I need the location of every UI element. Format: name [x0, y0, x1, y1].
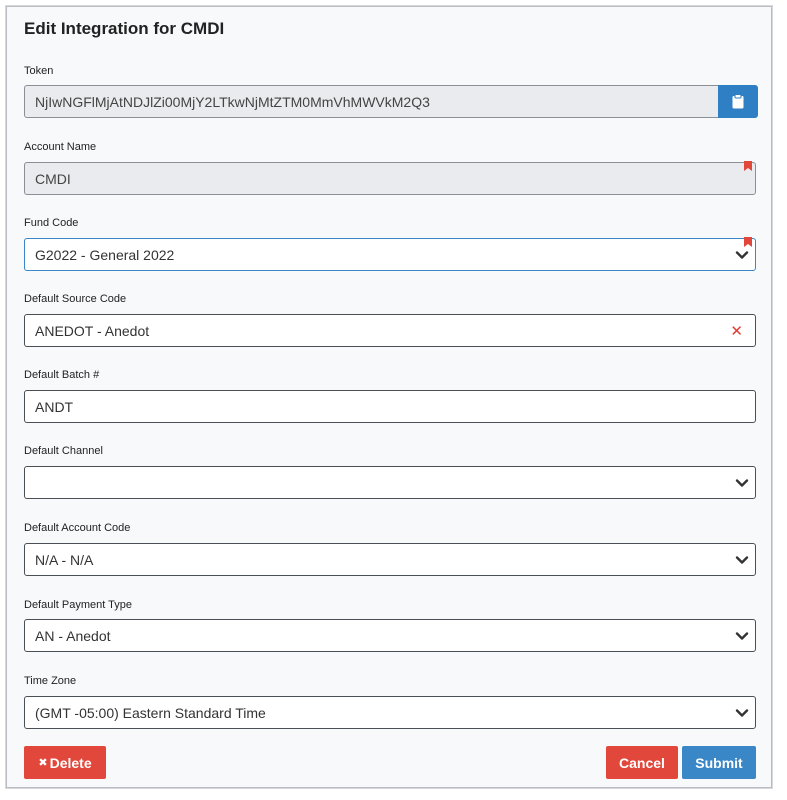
- account-name-label: Account Name: [24, 141, 97, 153]
- payment-type-select[interactable]: AN - Anedot: [24, 619, 756, 652]
- token-field[interactable]: NjIwNGFlMjAtNDJlZi00MjY2LTkwNjMtZTM0MmVh…: [24, 85, 720, 118]
- channel-select[interactable]: [24, 466, 756, 499]
- batch-value: ANDT: [35, 398, 74, 415]
- account-code-select[interactable]: N/A - N/A: [24, 543, 756, 576]
- time-zone-value: (GMT -05:00) Eastern Standard Time: [35, 704, 266, 721]
- cancel-button[interactable]: Cancel: [606, 746, 678, 779]
- token-label: Token: [24, 65, 54, 77]
- chevron-down-icon: [735, 556, 749, 564]
- chevron-down-icon: [735, 632, 749, 640]
- fund-code-select[interactable]: G2022 - General 2022: [24, 237, 756, 271]
- source-code-value: ANEDOT - Anedot: [35, 322, 150, 339]
- batch-input[interactable]: ANDT: [24, 390, 756, 423]
- required-flag-icon: [744, 161, 752, 171]
- payment-type-value: AN - Anedot: [35, 627, 111, 644]
- chevron-down-icon: [735, 251, 749, 259]
- fund-code-label: Fund Code: [24, 217, 79, 229]
- clear-icon[interactable]: ✕: [730, 322, 743, 340]
- source-code-select[interactable]: ANEDOT - Anedot ✕: [24, 314, 756, 347]
- submit-button[interactable]: Submit: [682, 746, 756, 779]
- payment-type-label: Default Payment Type: [24, 599, 133, 611]
- required-flag-icon: [744, 237, 752, 247]
- account-code-label: Default Account Code: [24, 522, 131, 534]
- token-value: NjIwNGFlMjAtNDJlZi00MjY2LTkwNjMtZTM0MmVh…: [35, 93, 430, 110]
- copy-token-button[interactable]: [718, 85, 758, 118]
- time-zone-select[interactable]: (GMT -05:00) Eastern Standard Time: [24, 696, 756, 729]
- chevron-down-icon: [735, 479, 749, 487]
- delete-button[interactable]: ✖ Delete: [24, 746, 106, 779]
- delete-x-icon: ✖: [38, 757, 48, 769]
- clipboard-icon: [732, 94, 744, 109]
- channel-label: Default Channel: [24, 445, 103, 457]
- chevron-down-icon: [735, 709, 749, 717]
- account-name-field[interactable]: CMDI: [24, 161, 756, 195]
- batch-label: Default Batch #: [24, 369, 100, 381]
- dialog-title: Edit Integration for CMDI: [24, 19, 225, 38]
- fund-code-value: G2022 - General 2022: [35, 246, 175, 263]
- account-name-value: CMDI: [35, 170, 71, 187]
- source-code-label: Default Source Code: [24, 293, 127, 305]
- time-zone-label: Time Zone: [24, 675, 77, 687]
- token-row: NjIwNGFlMjAtNDJlZi00MjY2LTkwNjMtZTM0MmVh…: [24, 85, 758, 118]
- edit-integration-dialog: Edit Integration for CMDI Token NjIwNGFl…: [6, 6, 772, 788]
- account-code-value: N/A - N/A: [35, 551, 94, 568]
- delete-label: Delete: [49, 754, 92, 771]
